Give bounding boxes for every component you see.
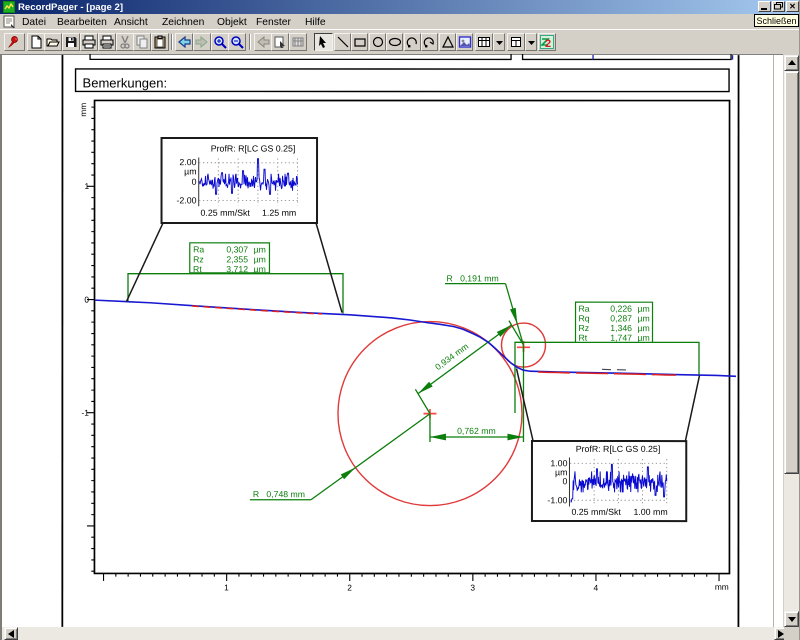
svg-text:2,355: 2,355 bbox=[226, 254, 248, 264]
svg-text:1: 1 bbox=[224, 582, 229, 592]
svg-text:ProfR: R[LC GS 0.25]: ProfR: R[LC GS 0.25] bbox=[576, 444, 661, 454]
svg-text:R 0,191 mm: R 0,191 mm bbox=[447, 273, 499, 283]
svg-text:1.00 mm: 1.00 mm bbox=[633, 507, 667, 517]
svg-text:µm: µm bbox=[638, 313, 650, 323]
svg-text:Rz: Rz bbox=[579, 323, 590, 333]
svg-text:3: 3 bbox=[470, 583, 475, 593]
svg-text:-1: -1 bbox=[81, 408, 89, 418]
svg-text:0,307: 0,307 bbox=[226, 244, 248, 254]
svg-text:-2.00: -2.00 bbox=[176, 195, 196, 205]
svg-text:0.25 mm/Skt: 0.25 mm/Skt bbox=[201, 208, 251, 218]
svg-text:Rz: Rz bbox=[193, 254, 204, 264]
svg-text:2: 2 bbox=[347, 582, 352, 592]
svg-text:µm: µm bbox=[637, 333, 649, 343]
svg-text:Rt: Rt bbox=[578, 333, 587, 343]
svg-text:0: 0 bbox=[192, 177, 197, 187]
svg-text:Bemerkungen:: Bemerkungen: bbox=[83, 75, 168, 90]
svg-text:µm: µm bbox=[254, 244, 266, 254]
svg-text:µm: µm bbox=[254, 254, 266, 264]
svg-text:ProfR: R[LC GS 0.25]: ProfR: R[LC GS 0.25] bbox=[211, 143, 296, 153]
svg-text:1.25 mm: 1.25 mm bbox=[262, 208, 296, 218]
svg-text:µm: µm bbox=[254, 264, 266, 274]
svg-text:0: 0 bbox=[563, 476, 568, 486]
svg-text:4: 4 bbox=[593, 583, 598, 593]
svg-text:mm: mm bbox=[78, 103, 88, 117]
svg-text:mm: mm bbox=[715, 582, 729, 592]
svg-text:µm: µm bbox=[638, 304, 650, 314]
svg-text:3,712: 3,712 bbox=[226, 264, 248, 274]
svg-text:Rq: Rq bbox=[579, 313, 590, 323]
svg-text:µm: µm bbox=[184, 166, 196, 176]
svg-text:0,287: 0,287 bbox=[610, 313, 632, 323]
svg-text:1,346: 1,346 bbox=[610, 323, 632, 333]
svg-text:Rt: Rt bbox=[193, 264, 202, 274]
svg-text:0: 0 bbox=[84, 294, 89, 304]
svg-text:µm: µm bbox=[638, 323, 650, 333]
svg-text:0,934 mm: 0,934 mm bbox=[433, 341, 470, 372]
svg-text:0,762 mm: 0,762 mm bbox=[457, 426, 496, 436]
svg-text:1,747: 1,747 bbox=[610, 333, 632, 343]
svg-text:R 0,748 mm: R 0,748 mm bbox=[253, 489, 305, 499]
svg-text:-1.00: -1.00 bbox=[547, 495, 567, 505]
svg-text:1: 1 bbox=[84, 181, 89, 191]
svg-text:Ra: Ra bbox=[579, 304, 590, 314]
svg-text:Ra: Ra bbox=[193, 244, 204, 254]
svg-text:0,226: 0,226 bbox=[610, 304, 632, 314]
svg-text:2: 2 bbox=[545, 38, 551, 49]
svg-text:0.25 mm/Skt: 0.25 mm/Skt bbox=[571, 507, 621, 517]
